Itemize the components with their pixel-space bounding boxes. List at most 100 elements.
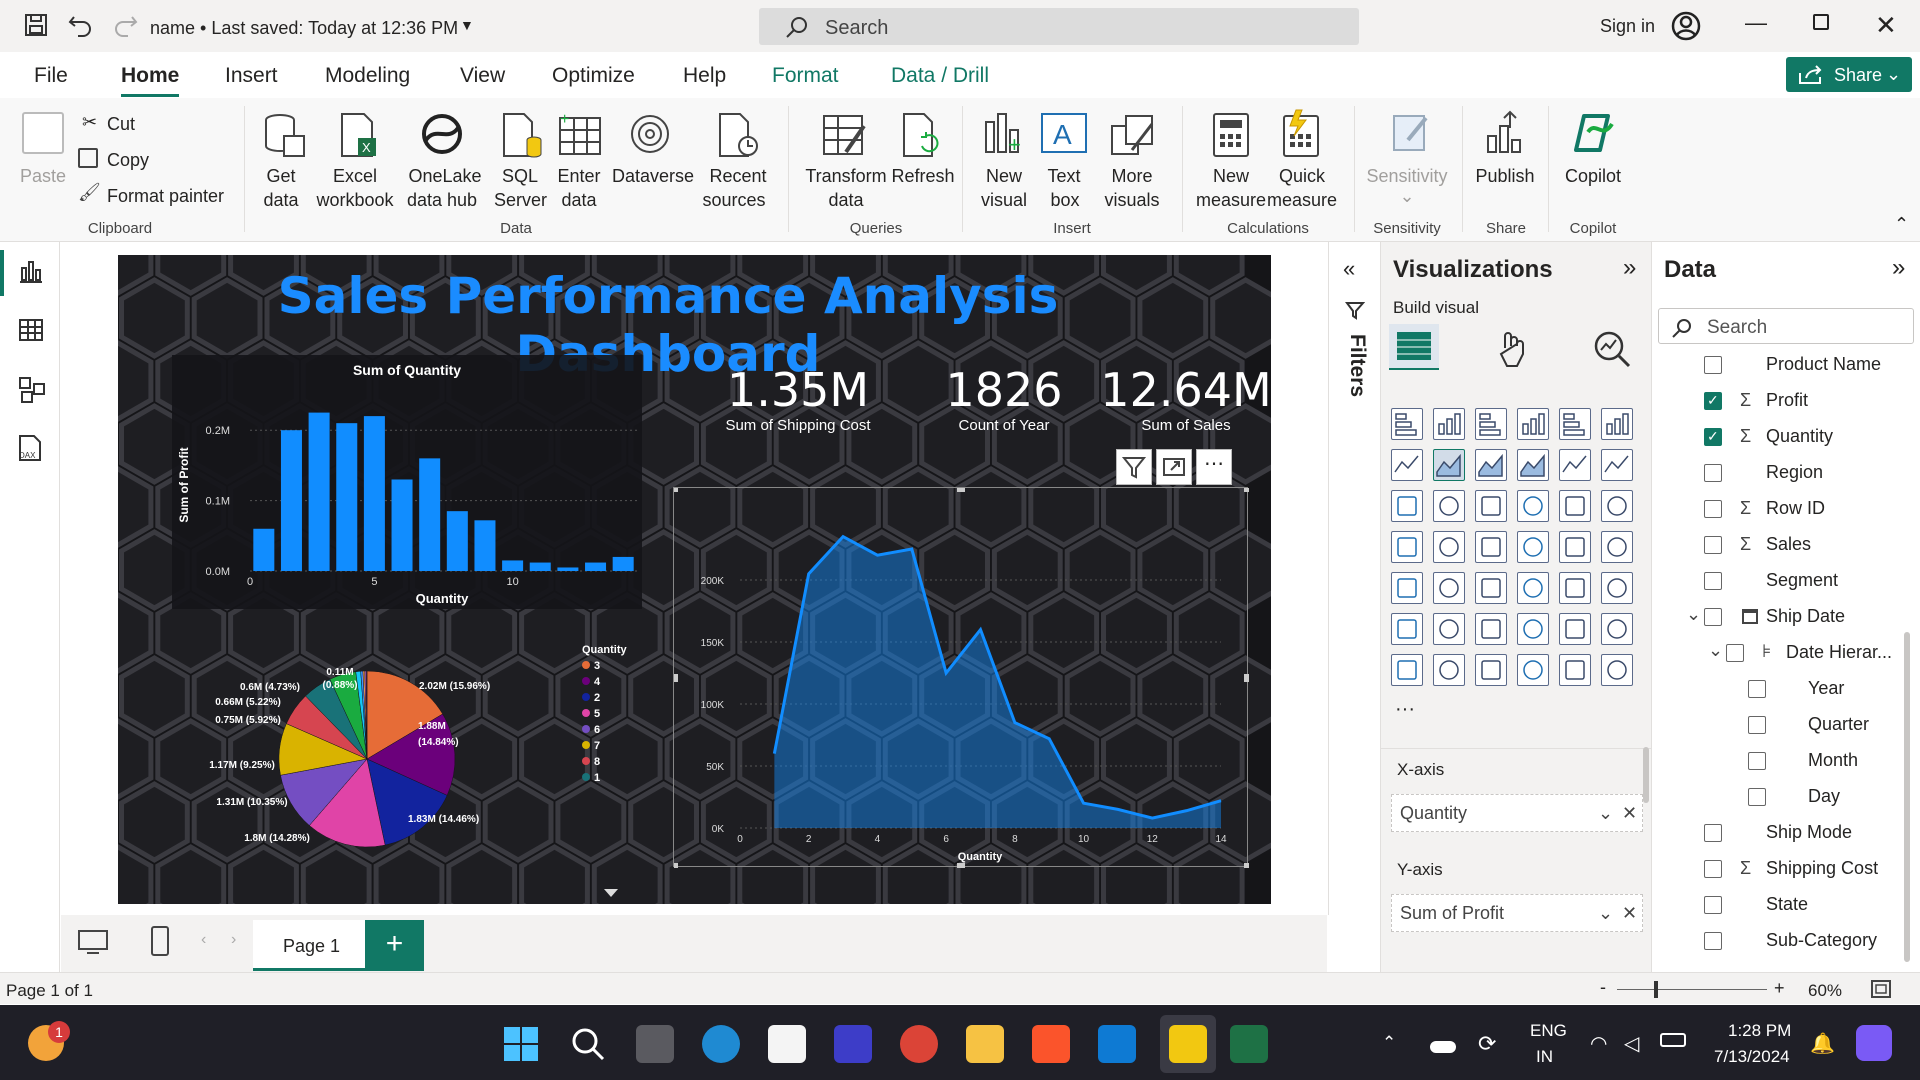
wifi-icon[interactable]: ◠	[1590, 1031, 1607, 1056]
tab-data-drill[interactable]: Data / Drill	[891, 64, 989, 88]
field-checkbox[interactable]	[1748, 752, 1766, 770]
zoom-out-button[interactable]: -	[1600, 977, 1606, 998]
field-item[interactable]: Σ Quantity	[1652, 422, 1902, 452]
decomposition-tree-icon[interactable]	[1475, 613, 1507, 645]
chrome-icon[interactable]	[900, 1025, 938, 1063]
power-apps-icon[interactable]	[1391, 654, 1423, 686]
pie-chart-visual[interactable]: 2.02M (15.96%) 1.88M (14.84%) 1.83M (14.46%…	[172, 619, 642, 904]
redo-icon[interactable]	[112, 13, 138, 37]
area-chart-icon[interactable]	[1433, 449, 1465, 481]
field-checkbox[interactable]	[1704, 356, 1722, 374]
region-label[interactable]: IN	[1536, 1047, 1553, 1067]
battery-icon[interactable]	[1660, 1033, 1686, 1047]
field-checkbox[interactable]	[1704, 500, 1722, 518]
field-checkbox[interactable]	[1704, 572, 1722, 590]
field-item[interactable]: ⌄ Ship Date	[1652, 602, 1902, 632]
format-visual-icon[interactable]	[1495, 330, 1535, 370]
zoom-in-button[interactable]: +	[1774, 978, 1785, 999]
100-stacked-bar-chart-icon[interactable]	[1559, 408, 1591, 440]
edge-icon[interactable]	[702, 1025, 740, 1063]
file-explorer-icon[interactable]	[966, 1025, 1004, 1063]
line-clustered-column-chart-icon[interactable]	[1559, 449, 1591, 481]
card-new-icon[interactable]	[1433, 654, 1465, 686]
kpi-icon[interactable]	[1433, 572, 1465, 604]
data-search-input[interactable]: Search	[1658, 308, 1914, 344]
filters-pane[interactable]: « Filters	[1328, 242, 1384, 915]
excel-taskbar-icon[interactable]	[1230, 1025, 1268, 1063]
field-checkbox[interactable]	[1704, 932, 1722, 950]
expand-chevron-icon[interactable]: ⌄	[1686, 604, 1701, 625]
brave-icon[interactable]	[1032, 1025, 1070, 1063]
tab-optimize[interactable]: Optimize	[552, 64, 635, 88]
title-dropdown-icon[interactable]: ▼	[460, 17, 474, 33]
undo-icon[interactable]	[68, 13, 94, 37]
copy-button[interactable]: Copy	[107, 148, 149, 172]
gauge-icon[interactable]	[1559, 531, 1591, 563]
account-icon[interactable]	[1671, 11, 1701, 41]
copilot-taskbar-icon[interactable]	[1856, 1025, 1892, 1061]
vscode-icon[interactable]	[1098, 1025, 1136, 1063]
stacked-bar-chart-icon[interactable]	[1391, 408, 1423, 440]
kpi-shipping-cost[interactable]: 1.35M Sum of Shipping Cost	[698, 363, 898, 434]
100-stacked-column-chart-icon[interactable]	[1601, 408, 1633, 440]
model-view-icon[interactable]	[18, 376, 46, 404]
field-checkbox[interactable]	[1748, 716, 1766, 734]
save-icon[interactable]	[24, 13, 48, 37]
store-icon[interactable]	[768, 1025, 806, 1063]
more-visuals-ellipsis[interactable]: ···	[1395, 698, 1415, 721]
mobile-layout-icon[interactable]	[149, 925, 171, 957]
add-page-button[interactable]: +	[365, 920, 424, 971]
field-item[interactable]: Region	[1652, 458, 1902, 488]
field-checkbox[interactable]	[1704, 896, 1722, 914]
slicer-icon[interactable]	[1475, 572, 1507, 604]
collapse-ribbon-icon[interactable]: ⌃	[1894, 214, 1909, 235]
tab-insert[interactable]: Insert	[225, 64, 278, 88]
clock-date[interactable]: 7/13/2024	[1714, 1047, 1790, 1067]
clustered-column-chart-icon[interactable]	[1517, 408, 1549, 440]
power-bi-icon[interactable]	[1169, 1025, 1207, 1063]
field-item[interactable]: Σ Shipping Cost	[1652, 854, 1902, 884]
field-item[interactable]: Σ Row ID	[1652, 494, 1902, 524]
filter-visual-button[interactable]	[1116, 449, 1152, 485]
file-title[interactable]: name • Last saved: Today at 12:36 PM	[150, 18, 458, 39]
card-icon[interactable]	[1601, 531, 1633, 563]
share-button[interactable]: Share ⌄	[1786, 57, 1912, 92]
field-checkbox[interactable]	[1704, 464, 1722, 482]
field-checkbox[interactable]	[1704, 392, 1722, 410]
dax-query-view-icon[interactable]: DAX	[16, 434, 46, 464]
waterfall-chart-icon[interactable]	[1433, 490, 1465, 522]
expand-chevron-icon[interactable]: ⌄	[1708, 640, 1723, 661]
field-checkbox[interactable]	[1704, 608, 1722, 626]
line-stacked-column-chart-icon[interactable]	[1601, 449, 1633, 481]
field-item[interactable]: Σ Sales	[1652, 530, 1902, 560]
volume-icon[interactable]: ◁	[1624, 1031, 1639, 1056]
azure-map-icon[interactable]	[1517, 531, 1549, 563]
treemap-icon[interactable]	[1391, 531, 1423, 563]
bar-chart-visual[interactable]: Sum of Quantity 0.2M 0.1M 0.0M 0 5 10 Quantity S…	[172, 355, 642, 609]
y-axis-field-well[interactable]: Sum of Profit ⌄ ✕	[1391, 894, 1643, 932]
search-taskbar-icon[interactable]	[570, 1026, 606, 1062]
multi-row-card-icon[interactable]	[1391, 572, 1423, 604]
table-icon[interactable]	[1517, 572, 1549, 604]
field-checkbox[interactable]	[1726, 644, 1744, 662]
power-automate-icon[interactable]	[1475, 654, 1507, 686]
chevron-down-icon[interactable]: ⌄	[1598, 903, 1613, 924]
chevron-down-icon[interactable]: ⌄	[1598, 803, 1613, 824]
sync-icon[interactable]: ⟳	[1478, 1031, 1496, 1057]
custom-visual-icon[interactable]	[1559, 654, 1591, 686]
task-view-icon[interactable]	[636, 1025, 674, 1063]
field-item[interactable]: Year	[1652, 674, 1902, 704]
tab-format[interactable]: Format	[772, 64, 839, 88]
build-visual-tab[interactable]	[1389, 324, 1439, 370]
field-item[interactable]: Sub-Category	[1652, 926, 1902, 956]
tab-home[interactable]: Home	[121, 64, 180, 97]
clustered-bar-chart-icon[interactable]	[1475, 408, 1507, 440]
format-painter-button[interactable]: Format painter	[107, 184, 224, 208]
cut-button[interactable]: Cut	[107, 112, 135, 136]
field-checkbox[interactable]	[1748, 788, 1766, 806]
show-hidden-icons[interactable]: ⌃	[1382, 1033, 1396, 1053]
zoom-slider[interactable]	[1617, 989, 1767, 990]
more-options-button[interactable]: ⋯	[1196, 449, 1232, 485]
notifications-icon[interactable]: 🔔	[1810, 1031, 1835, 1056]
field-item[interactable]: ⌄ ⊧ Date Hierar...	[1652, 638, 1902, 668]
